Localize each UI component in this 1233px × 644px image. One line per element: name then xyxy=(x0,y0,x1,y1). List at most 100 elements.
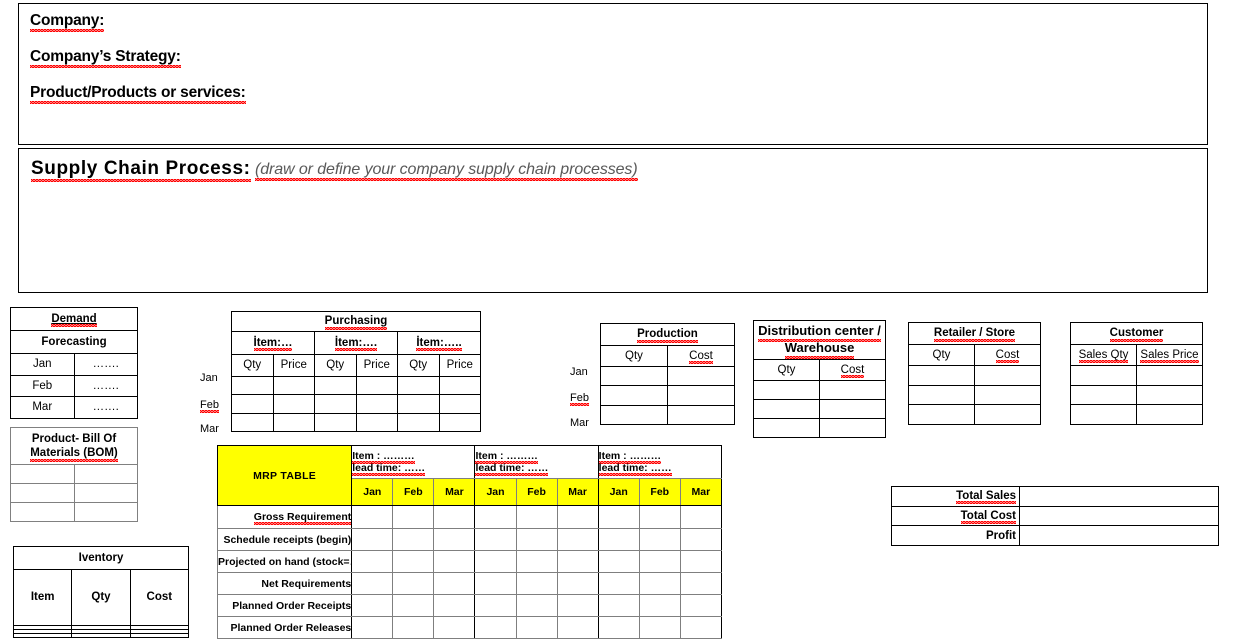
customer-cell[interactable] xyxy=(1070,404,1137,425)
mrp-cell[interactable] xyxy=(638,594,681,617)
mrp-cell[interactable] xyxy=(392,550,435,573)
mrp-cell[interactable] xyxy=(474,594,517,617)
mrp-cell[interactable] xyxy=(638,528,681,551)
distribution-cell[interactable] xyxy=(753,380,820,400)
mrp-cell[interactable] xyxy=(392,572,435,595)
mrp-cell[interactable] xyxy=(638,550,681,573)
mrp-cell[interactable] xyxy=(679,572,723,595)
mrp-cell[interactable] xyxy=(679,616,723,639)
mrp-cell[interactable] xyxy=(392,594,435,617)
demand-row-value[interactable]: ……. xyxy=(73,396,138,419)
mrp-cell[interactable] xyxy=(638,572,681,595)
mrp-cell[interactable] xyxy=(474,528,517,551)
mrp-cell[interactable] xyxy=(556,550,599,573)
mrp-cell[interactable] xyxy=(638,616,681,639)
purchasing-cell[interactable] xyxy=(272,412,315,433)
production-cell[interactable] xyxy=(600,404,668,426)
mrp-cell[interactable] xyxy=(474,550,517,573)
purchasing-cell[interactable] xyxy=(231,412,274,433)
mrp-cell[interactable] xyxy=(597,616,640,639)
purchasing-cell[interactable] xyxy=(397,412,440,433)
distribution-cell[interactable] xyxy=(819,399,886,419)
production-cell[interactable] xyxy=(667,404,735,426)
inventory-cell[interactable] xyxy=(71,632,131,639)
purchasing-cell[interactable] xyxy=(231,394,274,414)
customer-cell[interactable] xyxy=(1070,365,1137,386)
total-sales-value[interactable] xyxy=(1019,486,1219,507)
purchasing-cell[interactable] xyxy=(397,375,440,396)
mrp-cell[interactable] xyxy=(474,505,517,529)
inventory-cell[interactable] xyxy=(129,632,190,639)
mrp-cell[interactable] xyxy=(351,528,394,551)
mrp-cell[interactable] xyxy=(515,550,558,573)
purchasing-cell[interactable] xyxy=(272,375,315,396)
mrp-cell[interactable] xyxy=(515,572,558,595)
retailer-cell[interactable] xyxy=(974,384,1041,406)
mrp-cell[interactable] xyxy=(679,594,723,617)
distribution-cell[interactable] xyxy=(753,399,820,419)
purchasing-cell[interactable] xyxy=(438,412,481,433)
retailer-cell[interactable] xyxy=(908,404,975,425)
customer-cell[interactable] xyxy=(1136,404,1203,425)
production-cell[interactable] xyxy=(600,385,668,406)
mrp-cell[interactable] xyxy=(597,594,640,617)
distribution-cell[interactable] xyxy=(819,380,886,400)
mrp-cell[interactable] xyxy=(679,550,723,573)
mrp-cell[interactable] xyxy=(556,505,599,529)
purchasing-cell[interactable] xyxy=(438,375,481,396)
mrp-cell[interactable] xyxy=(351,594,394,617)
mrp-cell[interactable] xyxy=(638,505,681,529)
production-cell[interactable] xyxy=(667,365,735,387)
mrp-cell[interactable] xyxy=(556,572,599,595)
mrp-cell[interactable] xyxy=(556,594,599,617)
mrp-cell[interactable] xyxy=(392,528,435,551)
mrp-cell[interactable] xyxy=(597,505,640,529)
customer-cell[interactable] xyxy=(1136,384,1203,406)
purchasing-cell[interactable] xyxy=(314,412,357,433)
mrp-cell[interactable] xyxy=(474,572,517,595)
purchasing-cell[interactable] xyxy=(272,394,315,414)
purchasing-cell[interactable] xyxy=(355,412,398,433)
purchasing-cell[interactable] xyxy=(314,375,357,396)
mrp-cell[interactable] xyxy=(679,528,723,551)
mrp-cell[interactable] xyxy=(433,594,476,617)
retailer-cell[interactable] xyxy=(908,384,975,406)
bom-cell[interactable] xyxy=(73,502,138,522)
mrp-cell[interactable] xyxy=(515,505,558,529)
distribution-cell[interactable] xyxy=(819,418,886,438)
mrp-cell[interactable] xyxy=(474,616,517,639)
customer-cell[interactable] xyxy=(1136,365,1203,386)
purchasing-cell[interactable] xyxy=(355,375,398,396)
bom-cell[interactable] xyxy=(10,502,75,522)
mrp-cell[interactable] xyxy=(515,528,558,551)
retailer-cell[interactable] xyxy=(908,365,975,386)
mrp-cell[interactable] xyxy=(433,505,476,529)
mrp-cell[interactable] xyxy=(556,528,599,551)
mrp-cell[interactable] xyxy=(433,572,476,595)
mrp-cell[interactable] xyxy=(392,505,435,529)
production-cell[interactable] xyxy=(667,385,735,406)
mrp-cell[interactable] xyxy=(515,616,558,639)
bom-cell[interactable] xyxy=(10,483,75,503)
retailer-cell[interactable] xyxy=(974,404,1041,425)
mrp-cell[interactable] xyxy=(433,550,476,573)
bom-cell[interactable] xyxy=(73,464,138,484)
demand-row-value[interactable]: ……. xyxy=(73,353,138,376)
distribution-cell[interactable] xyxy=(753,418,820,438)
retailer-cell[interactable] xyxy=(974,365,1041,386)
mrp-cell[interactable] xyxy=(597,528,640,551)
mrp-cell[interactable] xyxy=(556,616,599,639)
purchasing-cell[interactable] xyxy=(314,394,357,414)
bom-cell[interactable] xyxy=(10,464,75,484)
mrp-cell[interactable] xyxy=(351,616,394,639)
mrp-cell[interactable] xyxy=(433,528,476,551)
customer-cell[interactable] xyxy=(1070,384,1137,406)
mrp-cell[interactable] xyxy=(679,505,723,529)
mrp-cell[interactable] xyxy=(597,550,640,573)
purchasing-cell[interactable] xyxy=(438,394,481,414)
purchasing-cell[interactable] xyxy=(355,394,398,414)
mrp-cell[interactable] xyxy=(351,572,394,595)
profit-value[interactable] xyxy=(1019,525,1219,546)
production-cell[interactable] xyxy=(600,365,668,387)
bom-cell[interactable] xyxy=(73,483,138,503)
